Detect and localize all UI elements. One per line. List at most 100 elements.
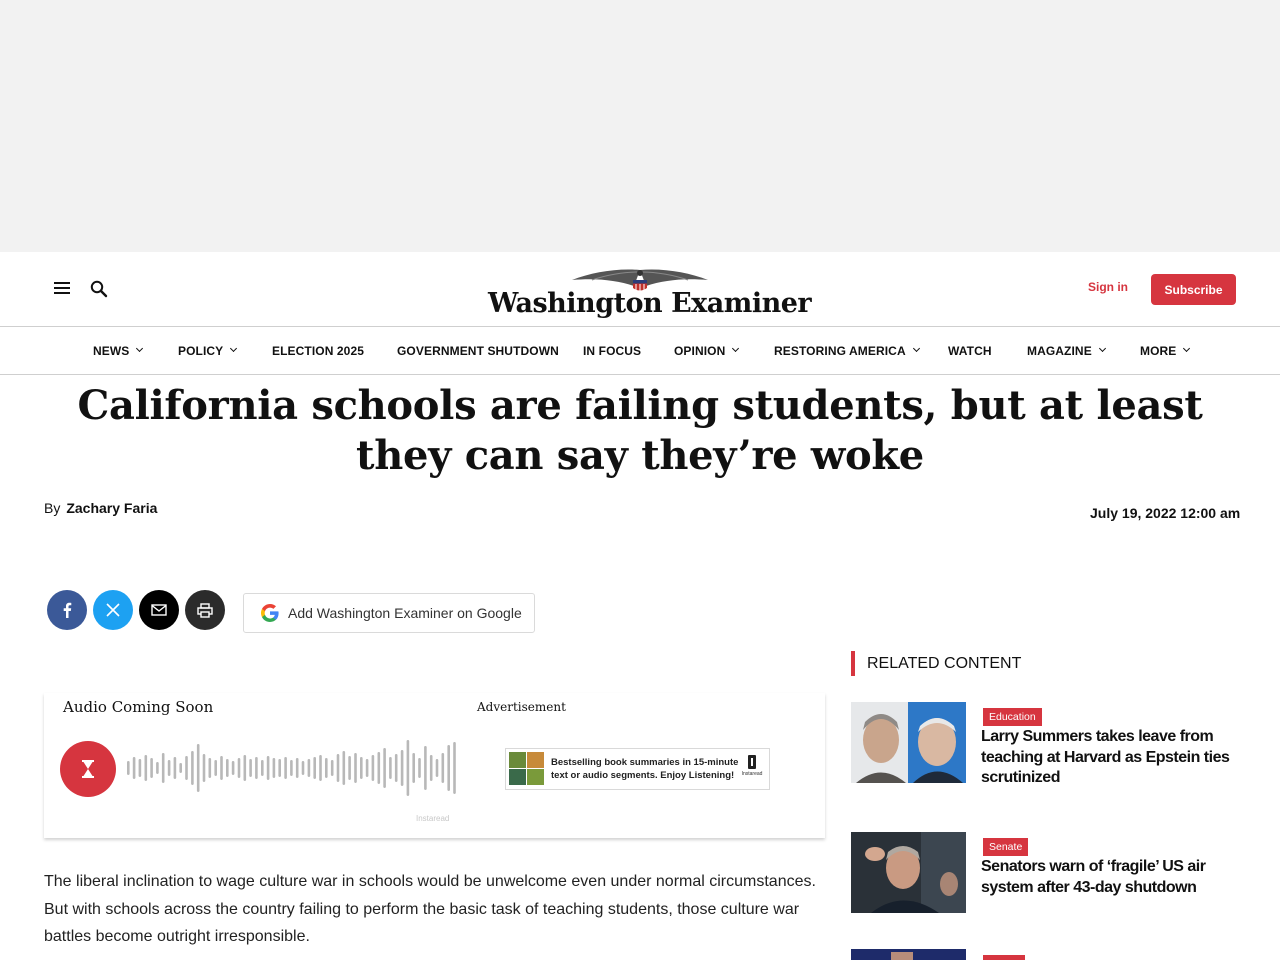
nav-label: OPINION (674, 343, 726, 358)
add-on-google-button[interactable]: Add Washington Examiner on Google (243, 593, 535, 633)
waveform-bar (249, 759, 252, 777)
nav-item-election-2025[interactable]: ELECTION 2025 (272, 327, 364, 374)
audio-waveform[interactable] (126, 738, 458, 798)
waveform-bar (424, 746, 427, 790)
ad-copy: Bestselling book summaries in 15-minute … (551, 756, 738, 782)
subscribe-button[interactable]: Subscribe (1151, 274, 1236, 305)
waveform-bar (348, 756, 351, 780)
waveform-bar (127, 761, 130, 775)
nav-item-opinion[interactable]: OPINION (674, 327, 740, 374)
waveform-bar (272, 758, 276, 778)
chevron-down-icon (1098, 344, 1106, 353)
hourglass-icon (82, 760, 94, 778)
ad-brand: Instaread (741, 755, 763, 777)
nav-label: GOVERNMENT SHUTDOWN (397, 343, 559, 358)
advertisement-label: Advertisement (477, 700, 566, 714)
nav-item-restoring-america[interactable]: RESTORING AMERICA (774, 327, 920, 374)
waveform-bar (255, 757, 258, 779)
waveform-bar (412, 753, 415, 783)
waveform-bar (453, 742, 456, 794)
audio-player-card: Audio Coming Soon Advertisement Bestsell… (44, 693, 825, 838)
x-icon (106, 603, 120, 617)
waveform-bar (150, 758, 153, 778)
waveform-bar (313, 757, 316, 779)
waveform-bar (167, 760, 171, 776)
byline: By Zachary Faria (44, 500, 157, 516)
nav-item-government-shutdown[interactable]: GOVERNMENT SHUTDOWN (397, 327, 559, 374)
related-item-badge[interactable]: Senate (983, 838, 1029, 856)
email-icon (151, 604, 167, 616)
waveform-bar (400, 750, 404, 786)
nav-item-in-focus[interactable]: IN FOCUS (583, 327, 641, 374)
related-content-heading: RELATED CONTENT (851, 651, 1021, 676)
nav-label: POLICY (178, 343, 224, 358)
waveform-bar (394, 754, 398, 782)
waveform-bar (132, 757, 136, 779)
audio-play-button[interactable] (60, 741, 116, 797)
ad-copy-line: text or audio segments. Enjoy Listening! (551, 770, 735, 781)
ad-copy-line: Bestselling book summaries in 15-minute (551, 757, 739, 768)
related-item-badge[interactable]: Education (983, 708, 1042, 726)
waveform-bar (429, 755, 433, 781)
waveform-bar (435, 759, 439, 777)
waveform-bar (389, 757, 392, 779)
waveform-bar (208, 758, 212, 778)
waveform-bar (307, 759, 311, 777)
related-item-badge[interactable] (983, 955, 1025, 960)
instaread-ad-banner[interactable]: Bestselling book summaries in 15-minute … (505, 748, 770, 790)
search-icon[interactable] (89, 279, 109, 299)
nav-label: MAGAZINE (1027, 343, 1092, 358)
waveform-bar (196, 744, 200, 792)
waveform-bar (156, 762, 159, 774)
nav-label: WATCH (948, 343, 992, 358)
site-logo[interactable]: Washington Examiner (488, 266, 812, 319)
main-nav: NEWS POLICY ELECTION 2025 GOVERNMENT SHU… (0, 326, 1280, 375)
related-item-thumbnail[interactable] (851, 702, 966, 783)
waveform-bar (237, 758, 241, 778)
nav-item-news[interactable]: NEWS (93, 327, 144, 374)
sign-in-link[interactable]: Sign in (1088, 280, 1128, 294)
related-item-thumbnail[interactable] (851, 948, 966, 960)
article-headline: California schools are failing students,… (77, 382, 1203, 479)
print-icon (197, 602, 213, 618)
share-facebook-button[interactable] (47, 590, 87, 630)
related-item-thumbnail[interactable] (851, 832, 966, 913)
author-link[interactable]: Zachary Faria (66, 500, 157, 516)
waveform-bar (325, 758, 328, 778)
waveform-bar (226, 759, 229, 777)
share-email-button[interactable] (139, 590, 179, 630)
waveform-bar (360, 757, 363, 779)
waveform-bar (202, 754, 206, 782)
waveform-bar (243, 755, 247, 781)
nav-item-watch[interactable]: WATCH (948, 327, 992, 374)
waveform-bar (383, 748, 386, 788)
waveform-bar (418, 758, 421, 778)
ad-thumbnail (509, 752, 526, 768)
nav-item-policy[interactable]: POLICY (178, 327, 238, 374)
related-item-title[interactable]: Larry Summers takes leave from teaching … (981, 727, 1237, 789)
publish-date: July 19, 2022 12:00 am (1090, 505, 1241, 521)
waveform-bar (377, 752, 381, 784)
share-print-button[interactable] (185, 590, 225, 630)
waveform-bar (144, 755, 148, 781)
waveform-bar (290, 760, 293, 776)
nav-item-magazine[interactable]: MAGAZINE (1027, 327, 1106, 374)
logo-wordmark: Washington Examiner (488, 288, 812, 319)
add-on-google-label: Add Washington Examiner on Google (288, 605, 522, 621)
related-item-title[interactable]: Senators warn of ‘fragile’ US air system… (981, 857, 1237, 898)
waveform-bar (342, 751, 346, 785)
waveform-bar (319, 755, 322, 781)
waveform-bar (173, 757, 177, 779)
nav-label: ELECTION 2025 (272, 343, 364, 358)
nav-item-more[interactable]: MORE (1140, 327, 1191, 374)
ad-thumbnail (527, 752, 544, 768)
chevron-down-icon (732, 344, 740, 353)
share-x-button[interactable] (93, 590, 133, 630)
google-icon (261, 604, 279, 622)
facebook-icon (63, 602, 72, 618)
waveform-bar (301, 761, 305, 775)
nav-label: NEWS (93, 343, 130, 358)
menu-icon[interactable] (54, 280, 72, 296)
waveform-bar (330, 760, 334, 776)
waveform-bar (214, 760, 217, 776)
